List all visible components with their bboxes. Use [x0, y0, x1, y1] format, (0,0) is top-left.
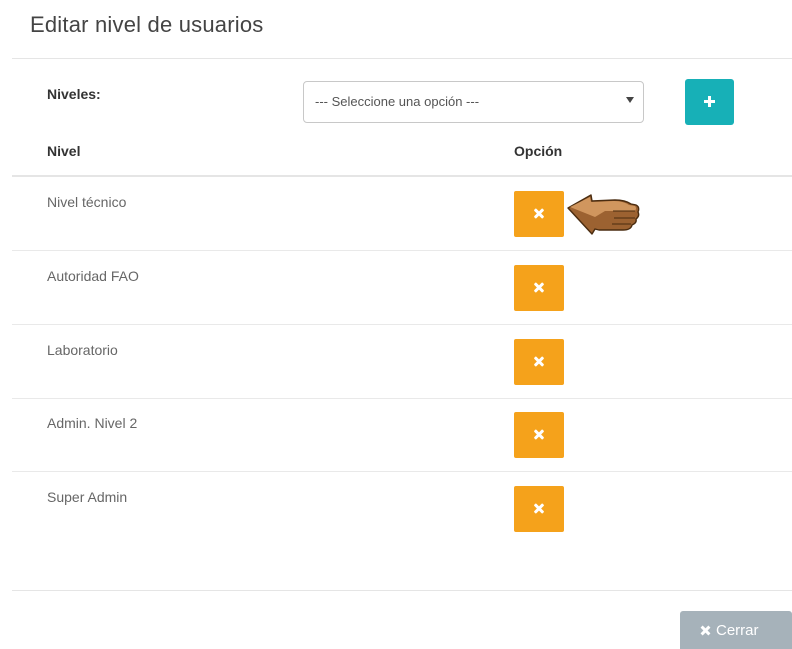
- table-row: Super Admin: [12, 472, 792, 546]
- header-divider: [12, 58, 792, 59]
- pointing-hand-icon: [567, 194, 640, 235]
- delete-nivel-button[interactable]: [514, 191, 564, 237]
- caret-down-icon: [626, 97, 634, 103]
- niveles-select-value: --- Seleccione una opción ---: [315, 94, 480, 109]
- delete-nivel-button[interactable]: [514, 486, 564, 532]
- close-button-label: Cerrar: [716, 622, 759, 639]
- column-header-nivel: Nivel: [47, 143, 81, 159]
- delete-nivel-button[interactable]: [514, 412, 564, 458]
- nivel-label: Admin. Nivel 2: [47, 415, 138, 431]
- footer-divider: [12, 590, 792, 591]
- delete-nivel-button[interactable]: [514, 265, 564, 311]
- table-row: Laboratorio: [12, 325, 792, 399]
- table-row: Nivel técnico: [12, 177, 792, 251]
- times-icon: [700, 625, 711, 636]
- niveles-select[interactable]: --- Seleccione una opción ---: [303, 81, 644, 123]
- modal-title: Editar nivel de usuarios: [30, 12, 264, 37]
- table-row: Autoridad FAO: [12, 251, 792, 325]
- close-button[interactable]: Cerrar: [680, 611, 792, 649]
- nivel-label: Autoridad FAO: [47, 268, 139, 284]
- nivel-label: Super Admin: [47, 489, 128, 505]
- column-header-opcion: Opción: [514, 143, 563, 159]
- delete-nivel-button[interactable]: [514, 339, 564, 385]
- table-row: Admin. Nivel 2: [12, 398, 792, 472]
- nivel-label: Nivel técnico: [47, 194, 127, 210]
- add-nivel-button[interactable]: [685, 79, 734, 125]
- niveles-label: Niveles:: [47, 86, 101, 102]
- nivel-label: Laboratorio: [47, 342, 118, 358]
